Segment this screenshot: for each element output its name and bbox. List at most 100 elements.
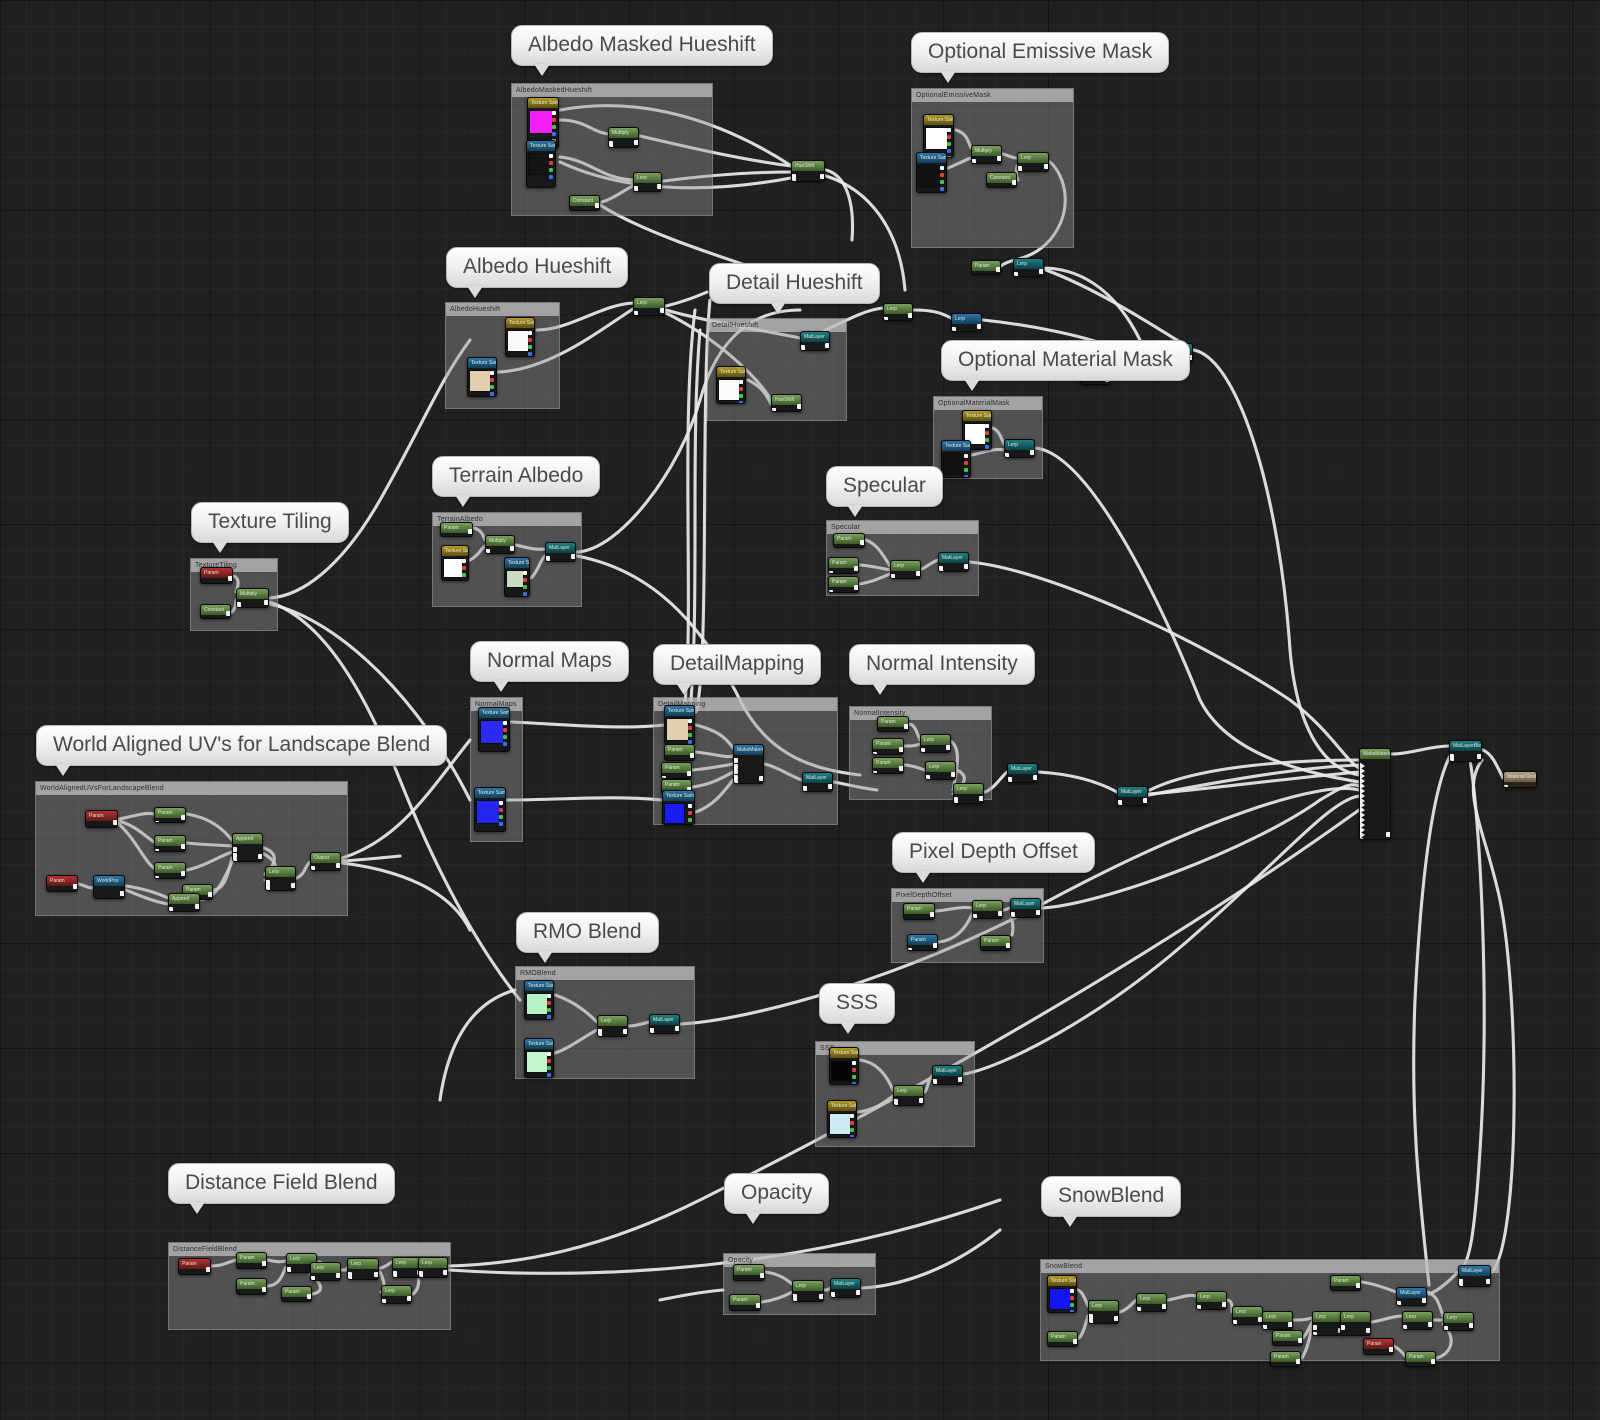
node-n-sp-3[interactable]: Param xyxy=(828,576,859,593)
comment-group-g-albedo-hueshift[interactable]: AlbedoHueshift xyxy=(445,302,560,409)
output-channel-pin[interactable] xyxy=(523,571,527,575)
output-pin[interactable] xyxy=(1114,1316,1118,1321)
output-channel-pin[interactable] xyxy=(552,125,556,129)
output-pin[interactable] xyxy=(181,815,185,820)
output-channel-pin[interactable] xyxy=(947,128,951,132)
node-n-sb-14[interactable]: Lerp xyxy=(1443,1312,1474,1331)
input-pin[interactable] xyxy=(155,876,159,878)
output-pin[interactable] xyxy=(756,1303,760,1308)
output-channel-pin[interactable] xyxy=(499,808,503,812)
output-pin[interactable] xyxy=(181,844,185,849)
output-pin[interactable] xyxy=(819,1294,823,1299)
graph-canvas[interactable]: AlbedoMaskedHueshift OptionalEmissiveMask… xyxy=(0,0,1600,1420)
input-pin[interactable] xyxy=(382,1300,386,1303)
input-pin[interactable] xyxy=(939,568,943,571)
node-n-sb-10[interactable]: Lerp xyxy=(1340,1311,1371,1336)
input-pin[interactable] xyxy=(1504,785,1508,787)
node-n-tt-red[interactable]: Param xyxy=(200,567,233,584)
output-channel-pin[interactable] xyxy=(985,445,989,449)
output-channel-pin[interactable] xyxy=(850,1114,854,1118)
input-pin[interactable] xyxy=(734,774,738,780)
input-pin[interactable] xyxy=(169,908,173,911)
node-n-sb-17[interactable]: MatLayer xyxy=(1458,1265,1491,1287)
callout-detail-hueshift[interactable]: Detail Hueshift xyxy=(709,263,880,314)
output-pin[interactable] xyxy=(899,766,903,771)
input-pin[interactable] xyxy=(793,1298,797,1301)
node-n-df-4[interactable]: Lerp xyxy=(310,1262,341,1281)
output-pin[interactable] xyxy=(1288,1322,1292,1327)
output-pin[interactable] xyxy=(1036,910,1040,915)
input-pin[interactable] xyxy=(598,1033,602,1036)
output-channel-pin[interactable] xyxy=(547,1008,551,1012)
callout-optional-emissive-mask[interactable]: Optional Emissive Mask xyxy=(911,32,1170,83)
node-n-dm-tex-tan[interactable]: Texture Sample xyxy=(664,705,695,745)
node-n-ni-6[interactable]: Lerp xyxy=(953,783,984,804)
node-n-dm-out[interactable]: MatLayer xyxy=(802,772,833,792)
node-n-rmo-m[interactable]: Lerp xyxy=(597,1015,628,1037)
node-n-dh-top[interactable]: Lerp xyxy=(883,303,913,321)
node-n-final-result[interactable]: Material Result xyxy=(1503,771,1537,788)
output-pin[interactable] xyxy=(933,943,937,948)
output-channel-pin[interactable] xyxy=(852,1068,856,1072)
output-pin[interactable] xyxy=(1386,832,1390,837)
input-pin[interactable] xyxy=(1450,758,1454,761)
input-pin[interactable] xyxy=(972,160,976,163)
output-channel-pin[interactable] xyxy=(490,371,494,375)
node-n-sb-tex-blue[interactable]: Texture Sample xyxy=(1047,1275,1077,1313)
node-n-rmo-tex1[interactable]: Texture Sample xyxy=(524,980,554,1020)
input-pin[interactable] xyxy=(873,771,877,773)
node-n-op-2[interactable]: Param xyxy=(729,1294,761,1311)
input-pin[interactable] xyxy=(1089,1320,1093,1323)
output-pin[interactable] xyxy=(828,784,832,789)
node-n-dh-teal[interactable]: MatLayer xyxy=(800,331,830,351)
output-channel-pin[interactable] xyxy=(499,815,503,819)
output-pin[interactable] xyxy=(595,203,599,208)
output-channel-pin[interactable] xyxy=(964,461,968,465)
output-pin[interactable] xyxy=(687,771,691,776)
output-pin[interactable] xyxy=(904,724,908,729)
output-channel-pin[interactable] xyxy=(503,721,507,725)
node-n-ni-out[interactable]: MatLayer xyxy=(1007,763,1038,783)
output-pin[interactable] xyxy=(307,1294,311,1299)
node-n-df-6[interactable]: Lerp xyxy=(347,1258,379,1280)
output-channel-pin[interactable] xyxy=(547,1066,551,1070)
node-n-ta-tex-green[interactable]: Texture Sample xyxy=(504,557,530,597)
output-pin[interactable] xyxy=(113,820,117,825)
output-pin[interactable] xyxy=(797,404,801,409)
input-pin[interactable] xyxy=(734,769,738,774)
output-channel-pin[interactable] xyxy=(739,394,743,398)
input-pin[interactable] xyxy=(973,915,977,918)
output-channel-pin[interactable] xyxy=(503,742,507,746)
output-channel-pin[interactable] xyxy=(549,154,553,158)
node-n-ah-out[interactable]: Lerp xyxy=(633,297,665,316)
output-channel-pin[interactable] xyxy=(739,401,743,403)
output-pin[interactable] xyxy=(1428,1322,1432,1327)
callout-detail-mapping[interactable]: DetailMapping xyxy=(653,644,822,695)
output-pin[interactable] xyxy=(675,1026,679,1031)
node-n-omm-out[interactable]: Lerp xyxy=(1004,439,1035,458)
output-pin[interactable] xyxy=(1012,180,1016,185)
output-pin[interactable] xyxy=(946,745,950,750)
node-n-wa-g7[interactable]: Lerp xyxy=(265,866,296,891)
input-pin[interactable] xyxy=(311,1277,315,1280)
node-n-wa-g5[interactable]: Append xyxy=(168,893,200,912)
node-n-oem-m1[interactable]: Multiply xyxy=(971,145,1002,164)
callout-texture-tiling[interactable]: Texture Tiling xyxy=(191,502,349,553)
output-channel-pin[interactable] xyxy=(1070,1303,1074,1307)
node-n-final-blend[interactable]: MatLayerBlend xyxy=(1449,740,1482,762)
node-n-op-4[interactable]: MatLayer xyxy=(830,1278,861,1298)
node-n-sb-4[interactable]: Lerp xyxy=(1196,1291,1227,1310)
output-channel-pin[interactable] xyxy=(964,454,968,458)
node-n-oem-below-a[interactable]: Param xyxy=(971,260,1001,275)
callout-snow-blend[interactable]: SnowBlend xyxy=(1041,1176,1182,1227)
input-pin[interactable] xyxy=(1341,1325,1345,1330)
output-pin[interactable] xyxy=(1296,1359,1300,1364)
output-pin[interactable] xyxy=(291,883,295,888)
callout-pixel-depth-offset[interactable]: Pixel Depth Offset xyxy=(892,832,1095,883)
input-pin[interactable] xyxy=(1403,1326,1407,1329)
input-pin[interactable] xyxy=(237,604,241,607)
input-pin[interactable] xyxy=(829,590,833,592)
node-n-wa-red2[interactable]: Param xyxy=(46,875,78,892)
input-pin[interactable] xyxy=(287,1269,291,1272)
output-channel-pin[interactable] xyxy=(552,118,556,122)
